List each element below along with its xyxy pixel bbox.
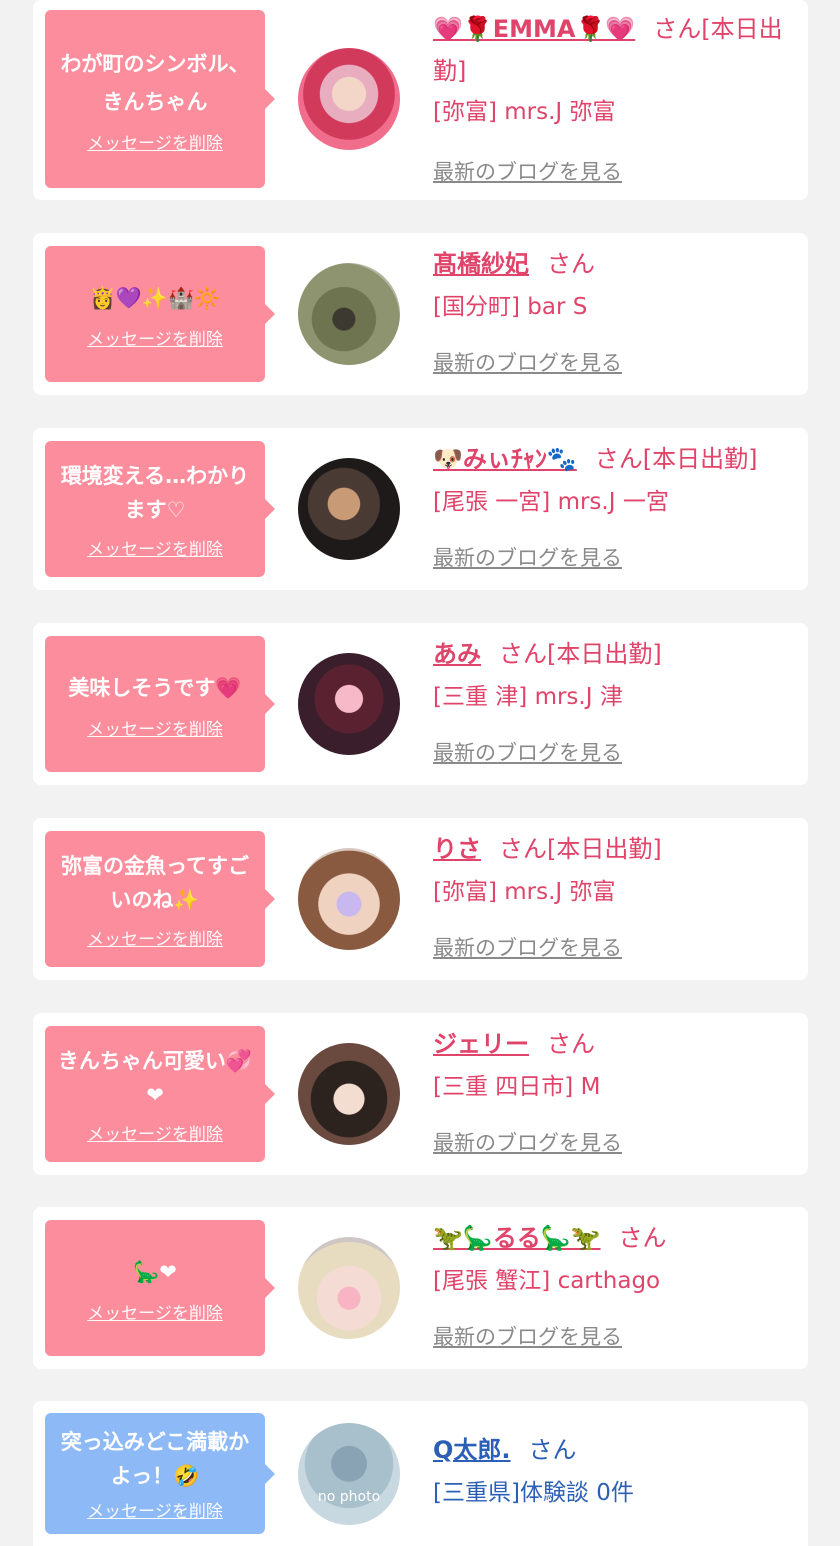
shop-label: [尾張 一宮] mrs.J 一宮 [433,489,669,515]
blog-link[interactable]: 最新のブログを見る [433,1127,622,1157]
list-item: きんちゃん可愛い💞❤ メッセージを削除 ジェリー さん [三重 四日市] M 最新… [33,1013,808,1175]
name-line: Q太郎. さん [433,1429,793,1471]
honorific: さん [547,250,595,278]
name-link[interactable]: Q太郎. [433,1436,511,1464]
name-link[interactable]: 🦖🦕るる🦕🦖 [433,1224,601,1252]
delete-message-link[interactable]: メッセージを削除 [87,925,223,950]
avatar[interactable] [298,458,400,560]
name-line: ジェリー さん [433,1023,793,1065]
message-text: 👸💜✨🏰🔆 [89,285,221,310]
profile-info: 💗🌹EMMA🌹💗 さん[本日出勤] [弥富] mrs.J 弥富 最新のブログを見る [433,8,793,184]
status-label: [本日出勤] [547,640,662,668]
profile-info: Q太郎. さん [三重県]体験談 0件 [433,1429,793,1513]
message-bubble: わが町のシンボル、きんちゃん メッセージを削除 [45,10,275,188]
delete-message-link[interactable]: メッセージを削除 [87,129,223,154]
name-link[interactable]: あみ [433,640,481,668]
delete-message-link[interactable]: メッセージを削除 [87,715,223,740]
message-text: 弥富の金魚ってすごいのね✨ [61,853,249,912]
list-item: 🦕❤ メッセージを削除 🦖🦕るる🦕🦖 さん [尾張 蟹江] carthago 最新… [33,1207,808,1369]
blog-link[interactable]: 最新のブログを見る [433,542,622,572]
shop-label: [弥富] mrs.J 弥富 [433,879,616,905]
avatar[interactable]: no photo [298,1423,400,1525]
delete-message-link[interactable]: メッセージを削除 [87,1120,223,1145]
message-text: 突っ込みどこ満載かよっ！🤣 [60,1430,250,1488]
name-link[interactable]: りさ [433,835,481,863]
delete-message-link[interactable]: メッセージを削除 [87,1299,223,1324]
avatar[interactable] [298,263,400,365]
profile-info: 🐶みぃﾁｬﾝ🐾 さん[本日出勤] [尾張 一宮] mrs.J 一宮 最新のブログを… [433,438,793,570]
name-link[interactable]: ジェリー [433,1030,529,1058]
profile-info: ジェリー さん [三重 四日市] M 最新のブログを見る [433,1023,793,1155]
honorific: さん [618,1224,667,1252]
message-bubble: きんちゃん可愛い💞❤ メッセージを削除 [45,1026,275,1162]
name-link[interactable]: 髙橋紗妃 [433,250,529,278]
avatar[interactable] [298,48,400,150]
message-text: きんちゃん可愛い💞❤ [57,1048,253,1107]
honorific: さん [594,445,643,473]
message-bubble: 美味しそうです💗 メッセージを削除 [45,636,275,772]
message-bubble: 🦕❤ メッセージを削除 [45,1220,275,1356]
blog-link[interactable]: 最新のブログを見る [433,932,622,962]
no-photo-label: no photo [317,1489,381,1505]
message-text: 環境変える…わかります♡ [60,463,250,522]
profile-info: りさ さん[本日出勤] [弥富] mrs.J 弥富 最新のブログを見る [433,828,793,960]
name-line: 髙橋紗妃 さん [433,243,793,285]
avatar[interactable] [298,1237,400,1339]
profile-info: 髙橋紗妃 さん [国分町] bar S 最新のブログを見る [433,243,793,375]
blog-link[interactable]: 最新のブログを見る [433,156,622,186]
delete-message-link[interactable]: メッセージを削除 [87,325,223,350]
shop-label: [三重県]体験談 0件 [433,1480,634,1506]
message-text: 美味しそうです💗 [68,675,242,700]
avatar[interactable] [298,1043,400,1145]
shop-label: [三重 四日市] M [433,1074,601,1100]
name-link[interactable]: 🐶みぃﾁｬﾝ🐾 [433,445,577,473]
list-item: わが町のシンボル、きんちゃん メッセージを削除 💗🌹EMMA🌹💗 さん[本日出勤]… [33,0,808,200]
list-item: 突っ込みどこ満載かよっ！🤣 メッセージを削除 no photo Q太郎. さん [… [33,1401,808,1546]
message-bubble: 突っ込みどこ満載かよっ！🤣 メッセージを削除 [45,1413,275,1534]
blog-link[interactable]: 最新のブログを見る [433,1321,622,1351]
list-item: 美味しそうです💗 メッセージを削除 あみ さん[本日出勤] [三重 津] mrs.… [33,623,808,785]
shop-label: [弥富] mrs.J 弥富 [433,99,616,125]
avatar[interactable] [298,653,400,755]
honorific: さん [499,640,547,668]
message-bubble: 環境変える…わかります♡ メッセージを削除 [45,441,275,577]
honorific: さん [499,835,547,863]
message-text: わが町のシンボル、きんちゃん [60,51,250,114]
shop-label: [尾張 蟹江] carthago [433,1268,661,1294]
status-label: [本日出勤] [547,835,662,863]
honorific: さん [653,15,702,43]
blog-link[interactable]: 最新のブログを見る [433,737,622,767]
profile-info: あみ さん[本日出勤] [三重 津] mrs.J 津 最新のブログを見る [433,633,793,765]
shop-label: [三重 津] mrs.J 津 [433,684,623,710]
name-link[interactable]: 💗🌹EMMA🌹💗 [433,15,635,43]
name-line: 🐶みぃﾁｬﾝ🐾 さん[本日出勤] [433,438,793,480]
list-item: 👸💜✨🏰🔆 メッセージを削除 髙橋紗妃 さん [国分町] bar S 最新のブログ… [33,233,808,395]
message-bubble: 👸💜✨🏰🔆 メッセージを削除 [45,246,275,382]
name-line: 🦖🦕るる🦕🦖 さん [433,1217,793,1259]
name-line: あみ さん[本日出勤] [433,633,793,675]
blog-link[interactable]: 最新のブログを見る [433,347,622,377]
honorific: さん [528,1436,577,1464]
shop-label: [国分町] bar S [433,294,588,320]
name-line: りさ さん[本日出勤] [433,828,793,870]
delete-message-link[interactable]: メッセージを削除 [87,1497,223,1522]
profile-info: 🦖🦕るる🦕🦖 さん [尾張 蟹江] carthago 最新のブログを見る [433,1217,793,1349]
honorific: さん [547,1030,595,1058]
avatar[interactable] [298,848,400,950]
status-label: [本日出勤] [642,445,758,473]
delete-message-link[interactable]: メッセージを削除 [87,535,223,560]
message-bubble: 弥富の金魚ってすごいのね✨ メッセージを削除 [45,831,275,967]
list-item: 弥富の金魚ってすごいのね✨ メッセージを削除 りさ さん[本日出勤] [弥富] m… [33,818,808,980]
name-line: 💗🌹EMMA🌹💗 さん[本日出勤] [433,8,793,92]
message-text: 🦕❤ [133,1259,177,1284]
list-item: 環境変える…わかります♡ メッセージを削除 🐶みぃﾁｬﾝ🐾 さん[本日出勤] [尾… [33,428,808,590]
